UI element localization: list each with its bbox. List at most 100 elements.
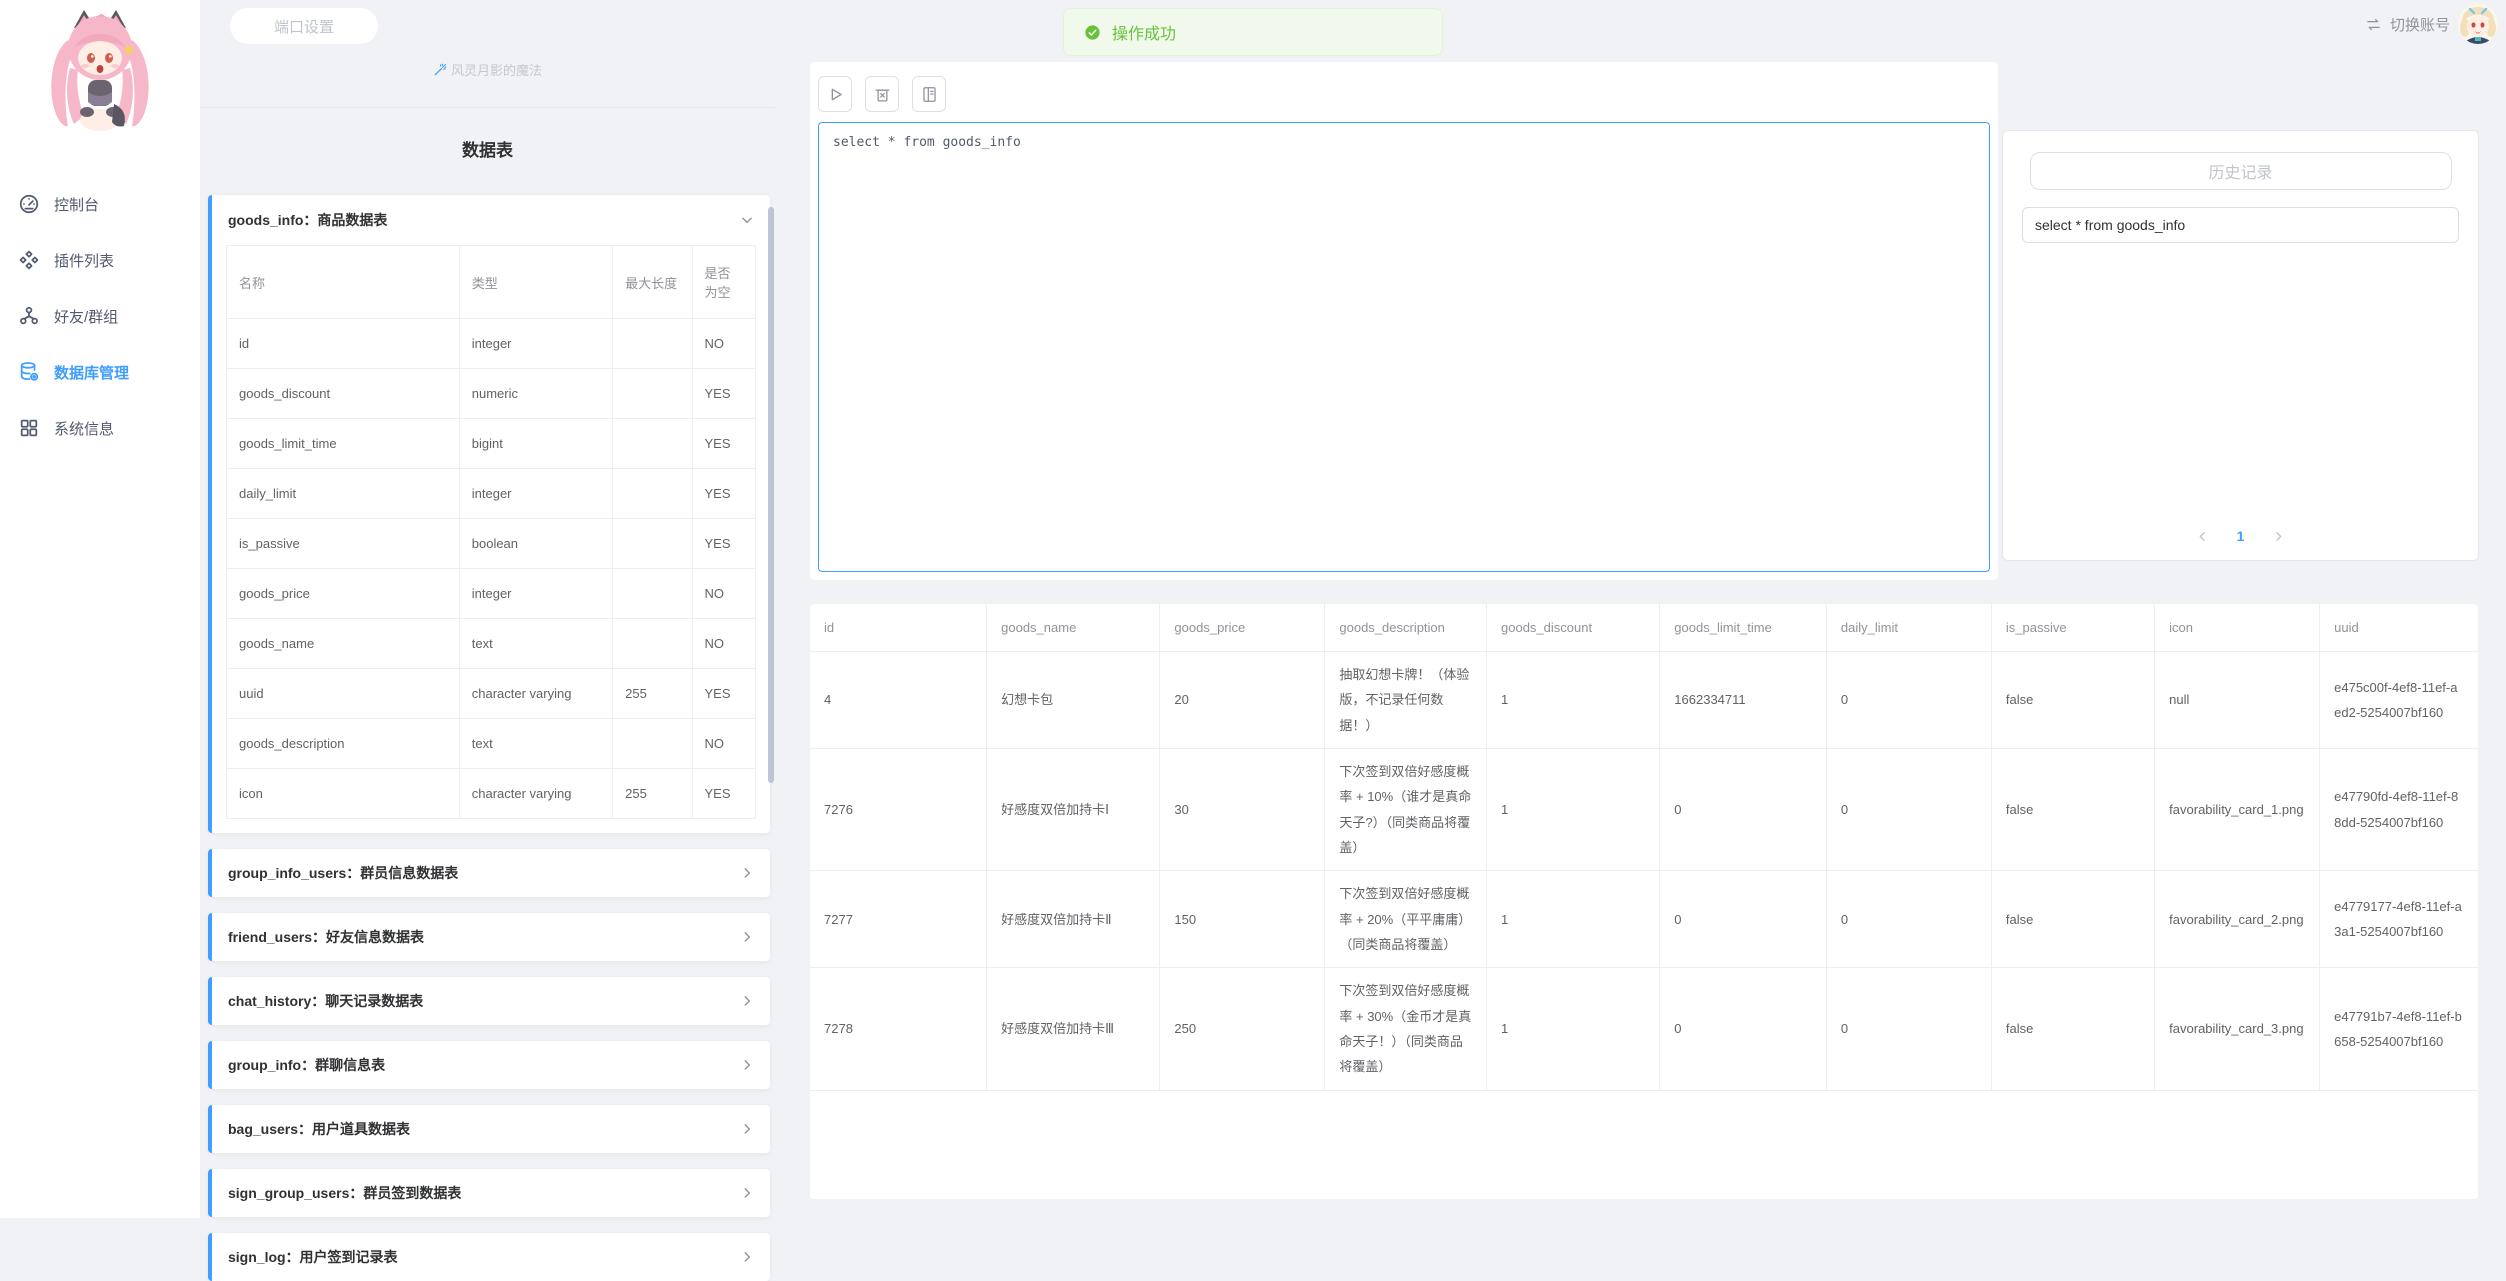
result-cell: 0: [1660, 871, 1827, 968]
schema-cell: [613, 469, 692, 519]
sidebar-item-plugins[interactable]: 插件列表: [0, 232, 200, 288]
prev-page-button[interactable]: [2196, 530, 2209, 543]
result-col-header-uuid: uuid: [2320, 604, 2478, 652]
schema-row: goods_priceintegerNO: [227, 569, 756, 619]
schema-cell: YES: [692, 469, 756, 519]
result-row[interactable]: 7278好感度双倍加持卡Ⅲ250下次签到双倍好感度概率 + 30%（金币才是真命…: [810, 968, 2478, 1090]
schema-col-header: 名称: [227, 246, 460, 319]
result-cell: 1: [1487, 749, 1660, 871]
schema-cell: NO: [692, 569, 756, 619]
table-card-label: group_info：群聊信息表: [228, 1055, 385, 1075]
result-cell: 好感度双倍加持卡Ⅱ: [987, 871, 1160, 968]
schema-cell: integer: [459, 319, 612, 369]
toast-message: 操作成功: [1112, 20, 1176, 44]
schema-row: uuidcharacter varying255YES: [227, 669, 756, 719]
query-results-card: idgoods_namegoods_pricegoods_description…: [810, 604, 2478, 1199]
schema-col-header: 最大长度: [613, 246, 692, 319]
result-cell: 抽取幻想卡牌！（体验版，不记录任何数据！）: [1325, 652, 1487, 749]
plugins-icon: [18, 249, 40, 271]
switch-account-button[interactable]: 切换账号: [2365, 0, 2450, 48]
schema-cell: [613, 419, 692, 469]
result-cell: 0: [1826, 749, 1991, 871]
table-card-header-sign_log[interactable]: sign_log：用户签到记录表: [212, 1233, 770, 1281]
schema-cell: goods_discount: [227, 369, 460, 419]
history-item[interactable]: select * from goods_info: [2022, 207, 2459, 243]
chevron-right-icon: [740, 1122, 754, 1136]
table-card-header-friend_users[interactable]: friend_users：好友信息数据表: [212, 913, 770, 961]
table-card-header-goods_info[interactable]: goods_info：商品数据表: [212, 195, 770, 245]
result-cell: false: [1991, 968, 2154, 1090]
run-query-button[interactable]: [818, 76, 852, 112]
copy-button[interactable]: [912, 76, 946, 112]
check-circle-icon: [1084, 24, 1101, 41]
chevron-right-icon: [740, 866, 754, 880]
schema-cell: YES: [692, 419, 756, 469]
table-card-bag_users: bag_users：用户道具数据表: [208, 1105, 770, 1153]
switch-account-label: 切换账号: [2390, 14, 2450, 35]
table-card-header-group_info_users[interactable]: group_info_users：群员信息数据表: [212, 849, 770, 897]
result-cell: favorability_card_1.png: [2155, 749, 2320, 871]
result-cell: 0: [1826, 871, 1991, 968]
next-page-button[interactable]: [2272, 530, 2285, 543]
table-card-list: goods_info：商品数据表 名称类型最大长度是否为空 idintegerN…: [208, 195, 770, 1281]
play-icon: [826, 85, 845, 104]
table-card-header-chat_history[interactable]: chat_history：聊天记录数据表: [212, 977, 770, 1025]
sql-input[interactable]: select * from goods_info: [818, 122, 1990, 572]
chevron-right-icon: [740, 994, 754, 1008]
result-cell: e47790fd-4ef8-11ef-88dd-5254007bf160: [2320, 749, 2478, 871]
sidebar-item-friends-groups[interactable]: 好友/群组: [0, 288, 200, 344]
page-number[interactable]: 1: [2237, 528, 2245, 544]
sidebar-menu: 控制台插件列表好友/群组数据库管理系统信息: [0, 176, 200, 456]
user-avatar[interactable]: [2458, 4, 2498, 44]
sidebar-item-label: 控制台: [54, 194, 99, 215]
schema-row: iconcharacter varying255YES: [227, 769, 756, 819]
scrollbar[interactable]: [768, 207, 774, 783]
table-card-header-sign_group_users[interactable]: sign_group_users：群员签到数据表: [212, 1169, 770, 1217]
schema-cell: YES: [692, 369, 756, 419]
schema-cell: 255: [613, 769, 692, 819]
schema-cell: text: [459, 619, 612, 669]
clear-button[interactable]: [865, 76, 899, 112]
schema-row: goods_limit_timebigintYES: [227, 419, 756, 469]
result-row[interactable]: 4幻想卡包20抽取幻想卡牌！（体验版，不记录任何数据！）116623347110…: [810, 652, 2478, 749]
result-cell: false: [1991, 652, 2154, 749]
schema-cell: [613, 619, 692, 669]
table-card-header-bag_users[interactable]: bag_users：用户道具数据表: [212, 1105, 770, 1153]
result-col-header-goods_discount: goods_discount: [1487, 604, 1660, 652]
schema-cell: [613, 719, 692, 769]
result-cell: 1662334711: [1660, 652, 1827, 749]
result-cell: null: [2155, 652, 2320, 749]
table-card-label: bag_users：用户道具数据表: [228, 1119, 410, 1139]
sidebar-item-system-info[interactable]: 系统信息: [0, 400, 200, 456]
schema-cell: is_passive: [227, 519, 460, 569]
table-card-goods_info: goods_info：商品数据表 名称类型最大长度是否为空 idintegerN…: [208, 195, 770, 833]
schema-cell: goods_name: [227, 619, 460, 669]
table-card-label: group_info_users：群员信息数据表: [228, 863, 458, 883]
sidebar-item-console[interactable]: 控制台: [0, 176, 200, 232]
tables-title: 数据表: [200, 136, 775, 161]
result-row[interactable]: 7276好感度双倍加持卡Ⅰ30下次签到双倍好感度概率 + 10%（谁才是真命天子…: [810, 749, 2478, 871]
dashboard-icon: [18, 193, 40, 215]
schema-cell: 255: [613, 669, 692, 719]
result-cell: 7277: [810, 871, 987, 968]
schema-row: goods_discountnumericYES: [227, 369, 756, 419]
schema-cell: goods_price: [227, 569, 460, 619]
table-card-header-group_info[interactable]: group_info：群聊信息表: [212, 1041, 770, 1089]
port-settings-button[interactable]: 端口设置: [230, 8, 378, 44]
editor-toolbar: [818, 76, 1990, 112]
table-card-group_info_users: group_info_users：群员信息数据表: [208, 849, 770, 897]
mascot-image: [44, 8, 156, 154]
avatar-image: [2458, 4, 2498, 44]
schema-col-header: 是否为空: [692, 246, 756, 319]
result-cell: 4: [810, 652, 987, 749]
result-row[interactable]: 7277好感度双倍加持卡Ⅱ150下次签到双倍好感度概率 + 20%（平平庸庸）（…: [810, 871, 2478, 968]
result-cell: 30: [1160, 749, 1325, 871]
schema-cell: goods_description: [227, 719, 460, 769]
schema-cell: [613, 369, 692, 419]
result-cell: e475c00f-4ef8-11ef-aed2-5254007bf160: [2320, 652, 2478, 749]
result-cell: false: [1991, 749, 2154, 871]
sidebar-item-database[interactable]: 数据库管理: [0, 344, 200, 400]
result-cell: 好感度双倍加持卡Ⅰ: [987, 749, 1160, 871]
results-table: idgoods_namegoods_pricegoods_description…: [810, 604, 2478, 1091]
chevron-right-icon: [740, 930, 754, 944]
